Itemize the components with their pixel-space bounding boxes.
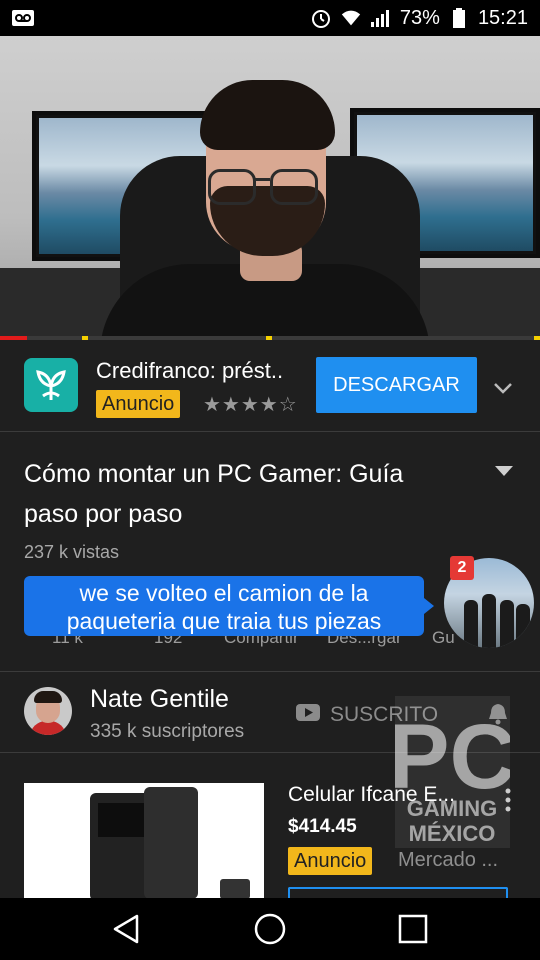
battery-percent: 73% (399, 6, 440, 29)
home-icon[interactable] (251, 910, 289, 948)
navigation-bar (0, 898, 540, 960)
video-frame-glasses (208, 169, 256, 205)
watermark-line3: MÉXICO (409, 821, 496, 846)
channel-name[interactable]: Nate Gentile (90, 685, 229, 714)
back-icon[interactable] (108, 910, 146, 948)
expand-description-icon[interactable] (492, 462, 516, 480)
watermark-logo: PC GAMING MÉXICO (388, 696, 516, 848)
tag-icon (220, 879, 250, 898)
video-frame-person-hair (200, 80, 335, 150)
notification-badge: 2 (450, 556, 474, 580)
watermark-line2: GAMING (407, 796, 497, 821)
download-button[interactable]: DESCARGAR (316, 357, 477, 413)
save-button[interactable]: Gu (432, 628, 455, 648)
video-player[interactable] (0, 36, 540, 339)
status-bar: 73% 15:21 (0, 0, 540, 36)
clock: 15:21 (477, 6, 528, 29)
alarm-icon (310, 7, 332, 29)
video-details: Cómo montar un PC Gamer: Guía paso por p… (0, 432, 540, 672)
product-store: Mercado ... (398, 849, 499, 871)
product-image[interactable] (24, 783, 264, 898)
signal-icon (370, 7, 392, 29)
voicemail-icon (12, 7, 34, 29)
view-count: 237 k vistas (24, 542, 120, 562)
video-frame-glasses-bridge (254, 178, 270, 181)
watermark-line1: PC (395, 706, 510, 808)
subscriber-count: 335 k suscriptores (90, 721, 245, 742)
youtube-play-icon (296, 703, 320, 727)
app-install-ad[interactable]: Credifranco: prést.. Anuncio ★★★★☆ DESCA… (0, 340, 540, 432)
speech-bubble-caption: we se volteo el camion de la paqueteria … (24, 576, 434, 636)
wifi-icon (340, 7, 362, 29)
ad-title: Credifranco: prést.. (96, 358, 284, 383)
ad-rating-stars: ★★★★☆ (203, 394, 298, 416)
video-frame-glasses (270, 169, 318, 205)
product-price: $414.45 (288, 816, 357, 837)
channel-avatar[interactable] (24, 687, 72, 735)
recent-apps-icon[interactable] (394, 910, 432, 948)
video-title[interactable]: Cómo montar un PC Gamer: Guía paso por p… (24, 454, 454, 534)
chevron-down-icon[interactable] (492, 377, 514, 399)
ad-badge: Anuncio (96, 390, 181, 418)
credifranco-logo-icon (24, 358, 78, 412)
product-ad-badge: Anuncio (288, 847, 373, 875)
battery-icon (448, 7, 470, 29)
